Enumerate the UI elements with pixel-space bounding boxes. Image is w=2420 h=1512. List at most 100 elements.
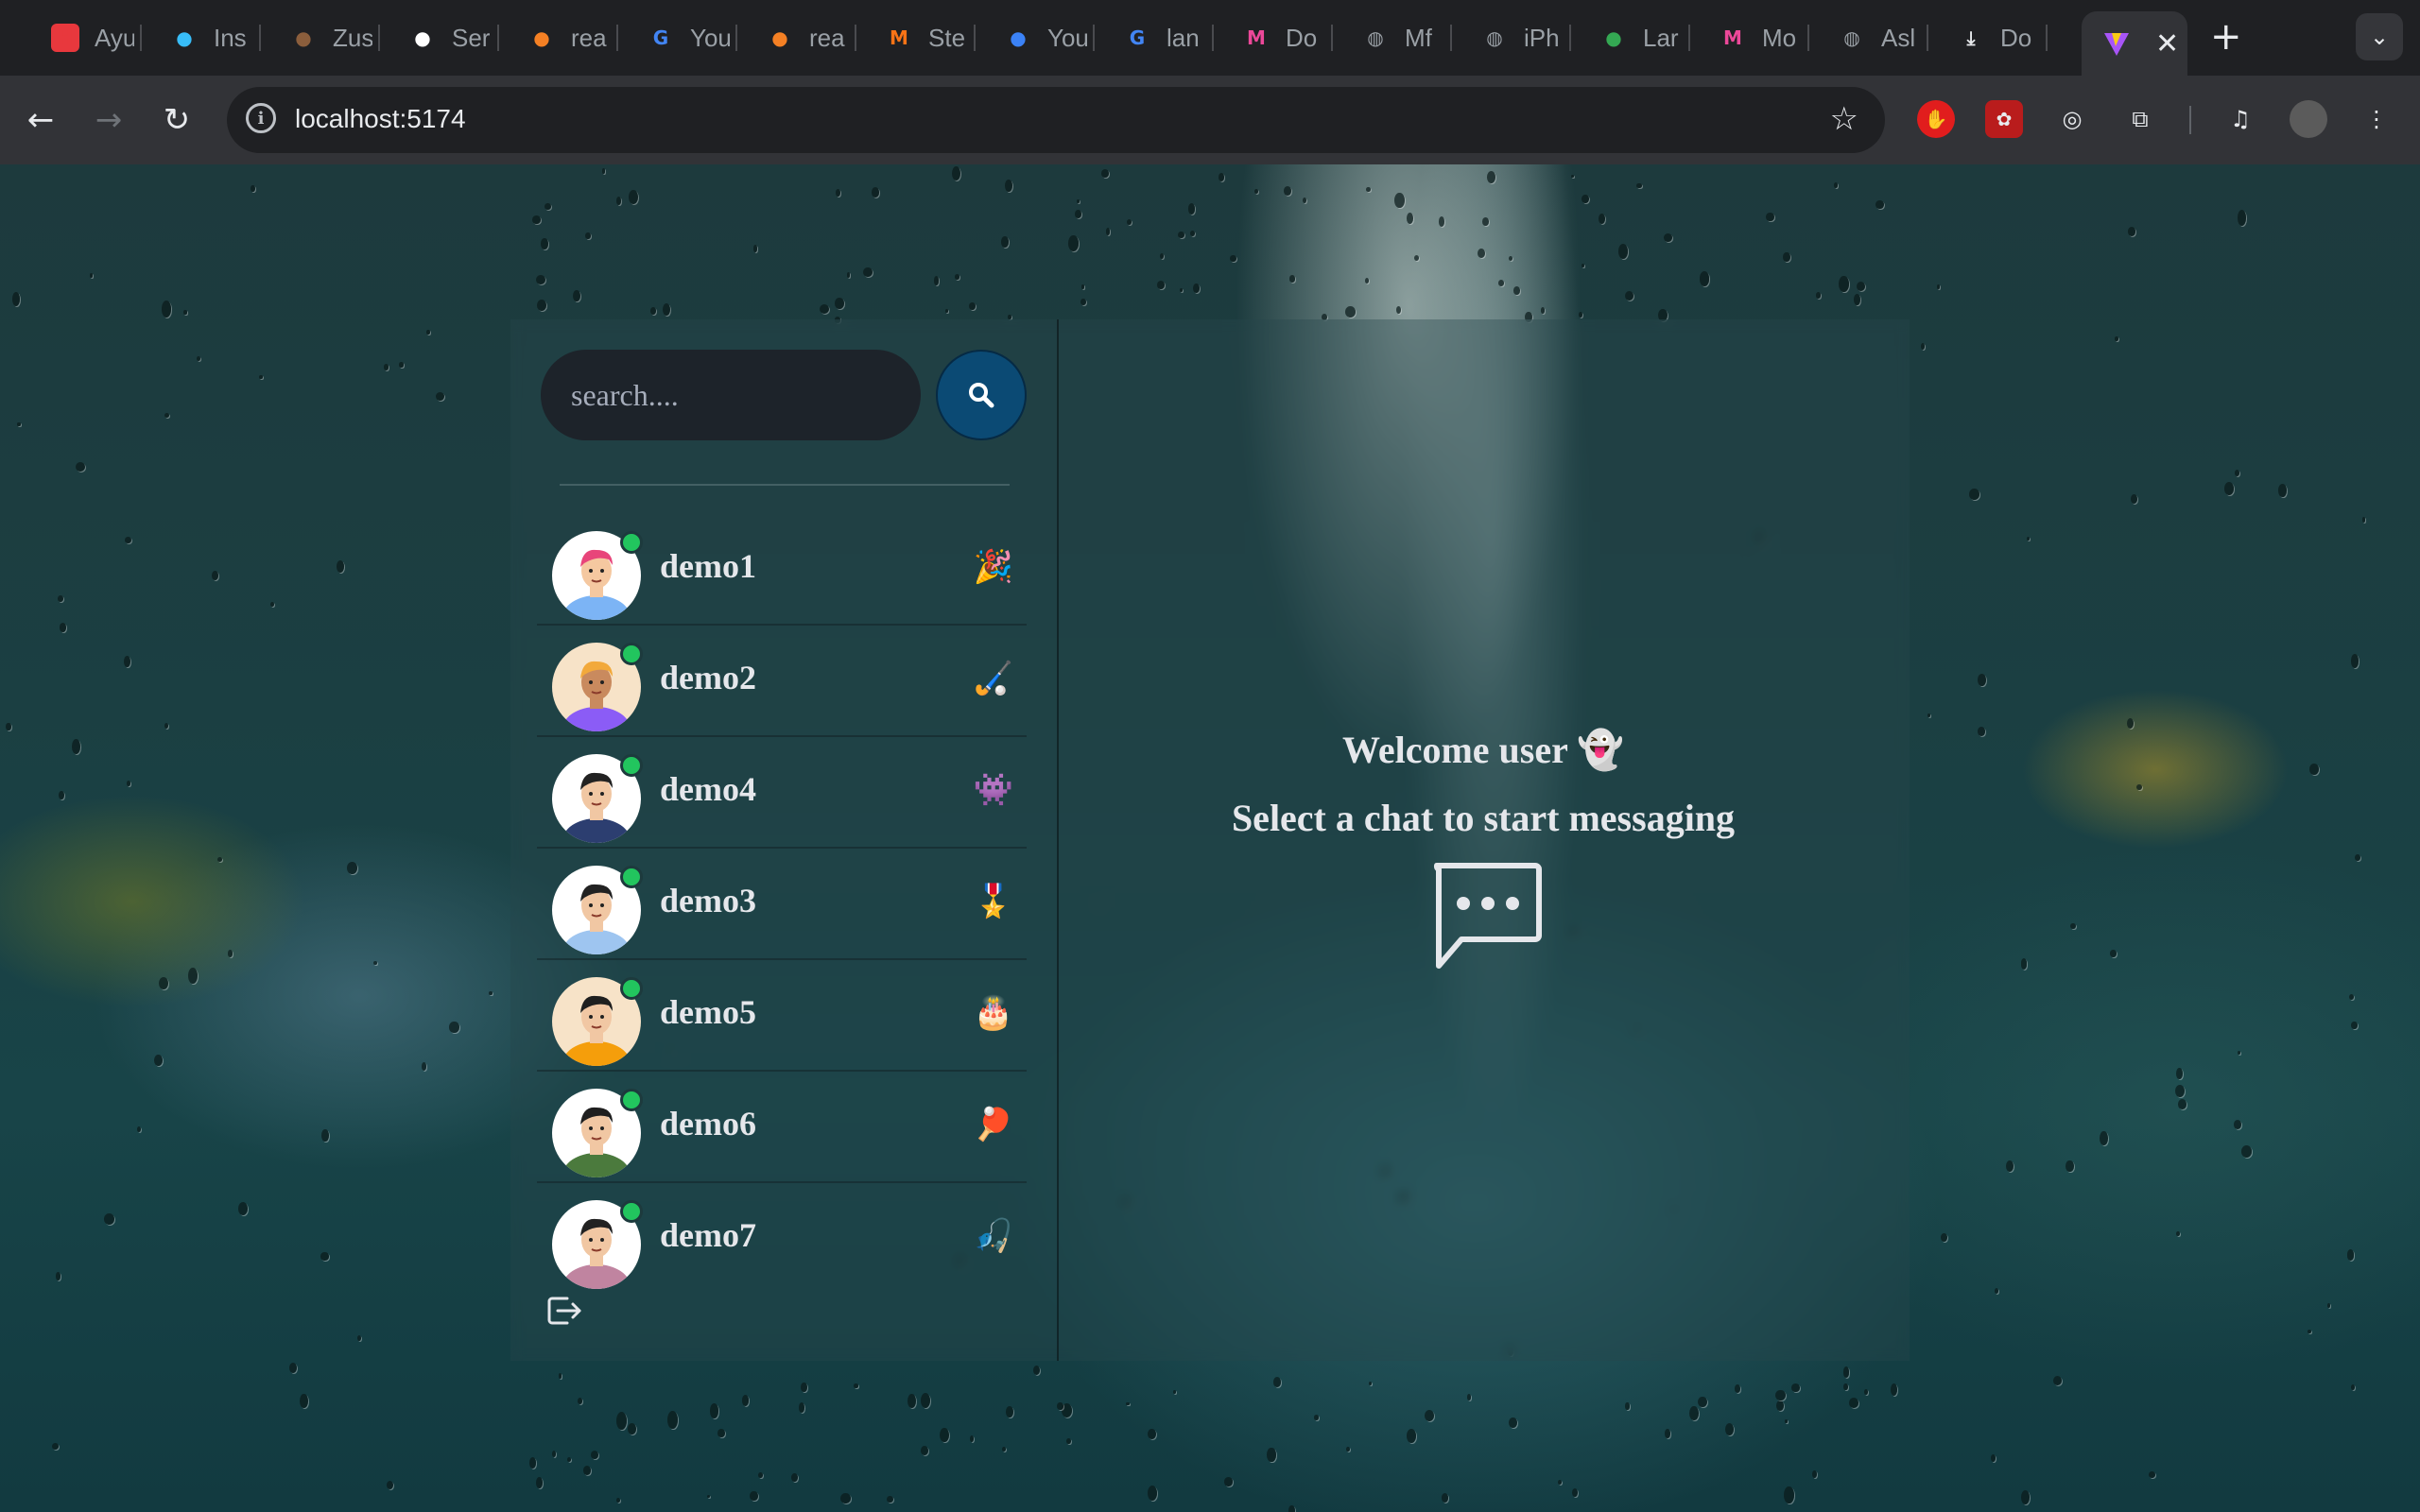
rain-drop — [1890, 1383, 1898, 1397]
browser-tab[interactable]: M Mo — [1719, 13, 1809, 62]
conversation-item[interactable]: demo7 🎣 — [537, 1185, 1027, 1293]
rain-drop — [1253, 189, 1258, 195]
browser-tab[interactable]: H Ayu — [51, 13, 142, 62]
profile-avatar[interactable] — [2290, 100, 2327, 138]
rain-drop — [2327, 1303, 2331, 1309]
rain-drop — [871, 187, 879, 198]
browser-tab[interactable]: M Ste — [885, 13, 976, 62]
browser-tab[interactable]: ◍ Mf — [1361, 13, 1452, 62]
rain-drop — [887, 1495, 894, 1503]
tab-separator — [616, 25, 618, 51]
rain-drop — [164, 412, 170, 419]
online-status-dot — [620, 531, 643, 554]
rain-drop — [1812, 1470, 1818, 1479]
browser-tab[interactable]: ● You — [1004, 13, 1095, 62]
browser-tab[interactable]: M Do — [1242, 13, 1333, 62]
tab-separator — [259, 25, 261, 51]
rain-drop — [372, 961, 377, 966]
rain-drop — [1995, 1287, 1999, 1294]
adblock-icon[interactable]: ✋ — [1917, 100, 1955, 138]
search-input[interactable] — [541, 350, 921, 440]
tab-title: Mo — [1762, 23, 1797, 52]
page-background: demo1🎉demo2🏑demo4👾demo3🎖️demo5🎂demo6🏓dem… — [0, 164, 2420, 1512]
tab-search-button[interactable]: ⌄ — [2356, 13, 2403, 60]
browser-tab[interactable]: ● Ins — [170, 13, 261, 62]
rain-drop — [1969, 489, 1979, 500]
browser-tab[interactable]: ◍ Asl — [1838, 13, 1928, 62]
rain-drop — [2027, 536, 2031, 541]
rain-drop — [1224, 1477, 1233, 1486]
conversation-name: demo6 — [660, 1105, 756, 1143]
search-button[interactable] — [936, 350, 1027, 440]
rain-drop — [164, 722, 169, 729]
url-text[interactable]: localhost:5174 — [295, 104, 466, 134]
conversation-item[interactable]: demo4 👾 — [537, 739, 1027, 849]
rain-drop — [1833, 181, 1838, 188]
conversation-item[interactable]: demo1 🎉 — [537, 516, 1027, 626]
address-bar[interactable]: i localhost:5174 ☆ — [227, 87, 1885, 153]
conversation-item[interactable]: demo5 🎂 — [537, 962, 1027, 1072]
tailwind-icon: ● — [176, 26, 193, 49]
rain-drop — [536, 299, 546, 311]
media-control-icon[interactable]: ♫ — [2221, 100, 2259, 138]
browser-tab[interactable]: ● Zus — [289, 13, 380, 62]
rain-drop — [650, 307, 656, 315]
browser-tab[interactable]: ● Lar — [1599, 13, 1690, 62]
site-info-icon[interactable]: i — [246, 103, 276, 133]
sidebar: demo1🎉demo2🏑demo4👾demo3🎖️demo5🎂demo6🏓dem… — [510, 319, 1059, 1361]
target-extension-icon[interactable]: ◎ — [2053, 100, 2091, 138]
rain-drop — [1853, 294, 1860, 305]
rain-drop — [2135, 783, 2142, 791]
conversation-emoji: 🏑 — [973, 660, 1013, 697]
rain-drop — [2110, 950, 2117, 957]
tab-separator — [1331, 25, 1333, 51]
conversation-item[interactable]: demo6 🏓 — [537, 1074, 1027, 1183]
bookmark-star-icon[interactable]: ☆ — [1830, 100, 1858, 138]
reload-button[interactable]: ↻ — [153, 96, 200, 144]
tab-separator — [1569, 25, 1571, 51]
browser-tab[interactable]: ● rea — [527, 13, 618, 62]
conversation-item[interactable]: demo2 🏑 — [537, 627, 1027, 737]
rain-drop — [2127, 718, 2135, 729]
back-button[interactable]: ← — [17, 96, 64, 144]
rain-drop — [2234, 469, 2239, 476]
tab-separator — [1927, 25, 1928, 51]
rain-drop — [1369, 1382, 1373, 1386]
tab-title: Ins — [214, 23, 247, 52]
rain-drop — [1068, 235, 1079, 251]
rain-drop — [1075, 210, 1082, 218]
new-tab-button[interactable]: + — [2210, 15, 2242, 59]
rain-drop — [954, 273, 960, 280]
rain-drop — [1665, 1429, 1670, 1438]
rain-drop — [969, 301, 977, 311]
rain-drop — [2237, 209, 2247, 226]
rain-drop — [920, 1445, 928, 1455]
extensions-puzzle-icon[interactable]: ⧉ — [2121, 100, 2159, 138]
browser-tab[interactable]: G You — [647, 13, 737, 62]
logout-button[interactable] — [544, 1291, 584, 1335]
online-status-dot — [620, 866, 643, 888]
browser-tab[interactable]: ● Ser — [408, 13, 499, 62]
rain-drop — [544, 202, 551, 210]
browser-tab[interactable]: ◍ iPh — [1480, 13, 1571, 62]
rain-drop — [536, 1476, 544, 1488]
menu-kebab-icon[interactable]: ⋮ — [2358, 100, 2395, 138]
conversation-item[interactable]: demo3 🎖️ — [537, 850, 1027, 960]
browser-tab[interactable]: ● rea — [766, 13, 856, 62]
rain-drop — [951, 166, 960, 181]
rain-drop — [212, 571, 218, 581]
rain-drop — [1284, 186, 1292, 197]
browser-tab[interactable]: ⤓ Do — [1957, 13, 2048, 62]
rain-drop — [1272, 1377, 1281, 1387]
rain-drop — [601, 168, 606, 174]
rain-drop — [126, 781, 130, 787]
tab-active[interactable]: ✕ — [2082, 11, 2187, 76]
browser-tab[interactable]: Glan — [1123, 13, 1214, 62]
rain-drop — [2115, 336, 2119, 341]
rain-drop — [1364, 277, 1370, 284]
extension-red-icon[interactable]: ✿ — [1985, 100, 2023, 138]
forward-button[interactable]: → — [85, 96, 132, 144]
close-tab-icon[interactable]: ✕ — [2155, 27, 2179, 60]
rain-drop — [1625, 1402, 1630, 1410]
rain-drop — [421, 1062, 426, 1072]
